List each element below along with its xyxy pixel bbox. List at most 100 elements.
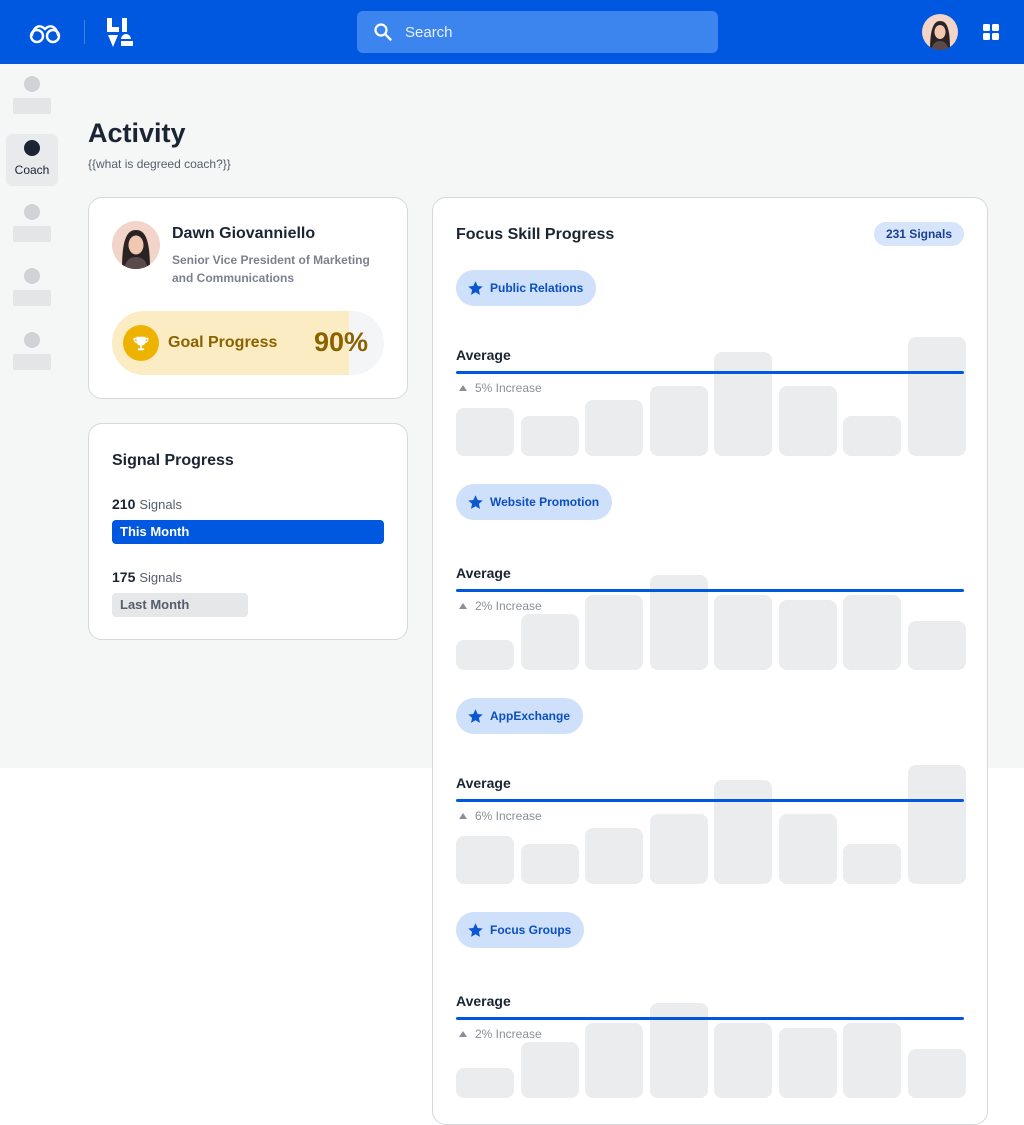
side-nav-label: Coach	[14, 163, 50, 177]
last-month-count: 175	[112, 569, 136, 585]
top-bar	[0, 0, 1024, 64]
focus-skill-title: Focus Skill Progress	[456, 226, 615, 243]
average-line	[456, 370, 964, 374]
focus-skill-card: Focus Skill Progress 231 Signals Public …	[432, 197, 988, 1125]
skill-name: AppExchange	[490, 709, 571, 723]
skill-bar	[843, 1023, 901, 1098]
skill-bar	[585, 400, 643, 456]
skill-bar	[649, 813, 708, 884]
increase-indicator: 6% Increase	[456, 809, 542, 823]
increase-indicator: 2% Increase	[456, 1027, 542, 1041]
skill-name: Focus Groups	[490, 923, 572, 937]
average-label: Average	[456, 346, 511, 363]
profile-role: Senior Vice President of Marketing and C…	[172, 253, 370, 285]
skill-bar	[456, 1068, 514, 1098]
triangle-up-icon	[459, 812, 467, 819]
star-icon	[467, 922, 490, 939]
page-title: Activity	[88, 118, 186, 148]
profile-card: Dawn Giovanniello Senior Vice President …	[88, 197, 408, 399]
skill-bar	[714, 780, 772, 884]
increase-text: 2% Increase	[475, 598, 542, 613]
skill-bar	[520, 1042, 579, 1098]
signal-progress-title: Signal Progress	[112, 452, 234, 469]
skill-chip[interactable]: Website Promotion	[456, 484, 613, 520]
side-nav-item-3[interactable]	[6, 198, 58, 250]
side-nav-item-coach[interactable]: Coach	[6, 134, 58, 186]
increase-indicator: 5% Increase	[456, 381, 542, 395]
profile-avatar	[112, 221, 160, 269]
skill-bar	[520, 614, 579, 670]
last-month-signals: 175 Signals	[112, 569, 182, 587]
coach-icon	[24, 140, 40, 156]
search-input[interactable]	[405, 23, 695, 41]
skill-bar	[456, 408, 514, 456]
signals-badge: 231 Signals	[873, 222, 964, 246]
skill-bar	[843, 415, 901, 456]
skill-bar	[585, 595, 643, 670]
average-label: Average	[456, 564, 511, 581]
skill-name: Website Promotion	[490, 495, 600, 509]
skill-block: AppExchange Average 6% Increase	[456, 698, 966, 898]
increase-indicator: 2% Increase	[456, 599, 542, 613]
skill-bar	[714, 1023, 772, 1098]
skill-chip[interactable]: Focus Groups	[456, 912, 585, 948]
skill-bar	[843, 843, 901, 884]
profile-name: Dawn Giovanniello	[172, 225, 316, 242]
search-icon	[374, 23, 392, 41]
increase-text: 2% Increase	[475, 1026, 542, 1041]
skill-bar	[778, 813, 837, 884]
glasses-icon[interactable]	[28, 20, 62, 44]
side-nav-item-4[interactable]	[6, 262, 58, 314]
this-month-signals: 210 Signals	[112, 496, 182, 514]
skill-bar	[907, 337, 966, 456]
user-avatar[interactable]	[922, 14, 958, 50]
apps-grid-icon[interactable]	[983, 24, 999, 40]
skill-bar	[778, 599, 837, 670]
average-line	[456, 1016, 964, 1020]
search-box[interactable]	[357, 11, 718, 53]
skill-bar	[456, 640, 514, 670]
side-nav-item-5[interactable]	[6, 326, 58, 378]
average-label: Average	[456, 992, 511, 1009]
skill-chip[interactable]: Public Relations	[456, 270, 597, 306]
this-month-bar: This Month	[112, 520, 384, 544]
skill-bar	[778, 1027, 837, 1098]
skill-chip[interactable]: AppExchange	[456, 698, 584, 734]
signal-progress-card: Signal Progress 210 Signals This Month 17…	[88, 423, 408, 640]
last-month-bar: Last Month	[112, 593, 248, 617]
last-month-unit: Signals	[139, 570, 182, 585]
skill-bar	[456, 836, 514, 884]
star-icon	[467, 708, 490, 725]
triangle-up-icon	[459, 1030, 467, 1037]
goal-progress-value: 90%	[313, 327, 368, 357]
logo-divider	[84, 20, 85, 44]
skill-bar	[714, 595, 772, 670]
skill-bar	[520, 415, 579, 456]
skill-bar	[907, 621, 966, 670]
skill-block: Public Relations Average 5% Increase	[456, 270, 966, 470]
skill-block: Focus Groups Average 2% Increase	[456, 912, 966, 1112]
page-subtitle[interactable]: {{what is degreed coach?}}	[88, 157, 231, 171]
live-logo[interactable]	[107, 16, 137, 48]
side-nav-item-1[interactable]	[6, 70, 58, 122]
average-line	[456, 588, 964, 592]
skill-bar	[778, 385, 837, 456]
skill-bar	[585, 1023, 643, 1098]
skill-bar	[714, 352, 772, 456]
skill-bar	[649, 385, 708, 456]
triangle-up-icon	[459, 384, 467, 391]
skill-bar	[843, 595, 901, 670]
this-month-count: 210	[112, 496, 136, 512]
skill-name: Public Relations	[490, 281, 584, 295]
skill-bar	[520, 843, 579, 884]
skill-bar	[585, 828, 643, 884]
increase-text: 6% Increase	[475, 808, 542, 823]
average-line	[456, 798, 964, 802]
average-label: Average	[456, 774, 511, 791]
trophy-icon	[123, 325, 159, 361]
this-month-unit: Signals	[139, 497, 182, 512]
star-icon	[467, 280, 490, 297]
skill-bar	[907, 765, 966, 884]
goal-progress-label: Goal Progress	[168, 334, 278, 351]
increase-text: 5% Increase	[475, 380, 542, 395]
